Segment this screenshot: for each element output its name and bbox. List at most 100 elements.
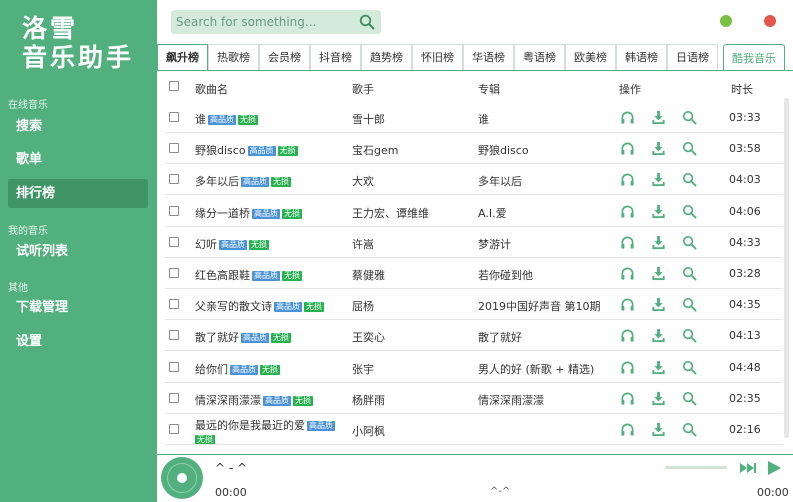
player-current-time: 00:00 (215, 486, 247, 499)
tab-chart-6[interactable]: 华语榜 (463, 44, 514, 71)
row-checkbox[interactable] (169, 392, 179, 403)
table-row[interactable]: 最远的你是我最近的爱 高品质 无损 小阿枫 02:16 (157, 414, 793, 445)
row-checkbox[interactable] (169, 361, 179, 372)
table-row[interactable]: 情深深雨濛濛 高品质 无损 杨胖雨 情深深雨濛濛 02:35 (157, 383, 793, 414)
search-song-icon[interactable] (682, 422, 697, 437)
sidebar-item-preview-list[interactable]: 试听列表 (8, 237, 148, 266)
table-row[interactable]: 多年以后 高品质 无损 大欢 多年以后 04:03 (157, 164, 793, 196)
download-icon[interactable] (651, 204, 666, 219)
download-icon[interactable] (651, 110, 666, 125)
song-name: 幻听 (195, 237, 217, 251)
song-name-cell: 父亲写的散文诗 高品质 无损 (195, 298, 324, 314)
chart-tabs: 飙升榜 热歌榜 会员榜 抖音榜 趋势榜 怀旧榜 华语榜 粤语榜 欧美榜 韩语榜 日语榜 酷我音乐 (157, 44, 793, 71)
row-checkbox[interactable] (169, 112, 179, 122)
listen-icon[interactable] (620, 360, 635, 375)
download-icon[interactable] (651, 172, 666, 187)
download-icon[interactable] (651, 391, 666, 406)
sidebar-item-playlists[interactable]: 歌单 (8, 145, 148, 174)
row-checkbox[interactable] (169, 299, 179, 310)
row-checkbox[interactable] (169, 143, 179, 154)
download-icon[interactable] (651, 328, 666, 343)
tab-chart-1[interactable]: 热歌榜 (208, 44, 259, 71)
row-checkbox[interactable] (169, 268, 179, 278)
listen-icon[interactable] (620, 141, 635, 156)
table-row[interactable]: 红色高跟鞋 高品质 无损 蔡健雅 若你碰到他 03:28 (157, 258, 793, 289)
song-name: 缘分一道桥 (195, 206, 250, 220)
search-song-icon[interactable] (682, 141, 697, 156)
artist-cell: 雪十郎 (352, 113, 385, 126)
search-song-icon[interactable] (682, 297, 697, 312)
table-row[interactable]: 缘分一道桥 高品质 无损 王力宏、谭维维 A.I.爱 04:06 (157, 196, 793, 227)
player-status: ^-^ (490, 486, 511, 497)
download-icon[interactable] (651, 141, 666, 156)
sidebar-item-downloads[interactable]: 下载管理 (8, 293, 148, 322)
table-scrollbar[interactable] (784, 98, 789, 438)
sidebar-item-charts[interactable]: 排行榜 (8, 179, 148, 208)
tab-chart-2[interactable]: 会员榜 (259, 44, 310, 71)
tab-chart-0[interactable]: 飙升榜 (157, 44, 208, 71)
minimize-button[interactable] (720, 15, 732, 27)
download-icon[interactable] (651, 422, 666, 437)
search-song-icon[interactable] (682, 172, 697, 187)
search-icon[interactable] (359, 14, 375, 30)
row-checkbox[interactable] (169, 174, 179, 185)
volume-slider[interactable] (665, 466, 727, 469)
table-row[interactable]: 给你们 高品质 无损 张宇 男人的好 (新歌 + 精选) 04:48 (157, 352, 793, 383)
table-row[interactable]: 野狼disco 高品质 无损 宝石gem 野狼disco 03:58 (157, 133, 793, 165)
listen-icon[interactable] (620, 110, 635, 125)
tab-source-kuwo[interactable]: 酷我音乐 (723, 44, 785, 71)
row-checkbox[interactable] (169, 424, 179, 434)
download-icon[interactable] (651, 266, 666, 281)
table-row[interactable]: 父亲写的散文诗 高品质 无损 屈杨 2019中国好声音 第10期 04:35 (157, 289, 793, 321)
tab-chart-7[interactable]: 粤语榜 (514, 44, 565, 71)
row-checkbox[interactable] (169, 236, 179, 247)
listen-icon[interactable] (620, 172, 635, 187)
sidebar-item-settings[interactable]: 设置 (8, 327, 148, 356)
tab-chart-8[interactable]: 欧美榜 (565, 44, 616, 71)
next-track-icon[interactable] (739, 460, 757, 476)
search-song-icon[interactable] (682, 391, 697, 406)
select-all-checkbox[interactable] (169, 81, 179, 91)
tab-chart-3[interactable]: 抖音榜 (310, 44, 361, 71)
tab-chart-10[interactable]: 日语榜 (667, 44, 718, 71)
artist-cell: 宝石gem (352, 144, 399, 158)
song-name-cell: 谁高品质 无损 (195, 111, 258, 127)
search-song-icon[interactable] (682, 266, 697, 281)
search-song-icon[interactable] (682, 235, 697, 250)
table-row[interactable]: 谁高品质 无损 雪十郎谁 03:33 (157, 102, 793, 133)
search-input[interactable] (171, 10, 351, 34)
search-song-icon[interactable] (682, 204, 697, 219)
play-icon[interactable] (765, 460, 783, 476)
close-button[interactable] (764, 15, 776, 27)
listen-icon[interactable] (620, 422, 635, 437)
search-song-icon[interactable] (682, 328, 697, 343)
listen-icon[interactable] (620, 204, 635, 219)
search-song-icon[interactable] (682, 110, 697, 125)
badge-high-quality: 高品质 (252, 208, 280, 219)
tab-chart-5[interactable]: 怀旧榜 (412, 44, 463, 71)
row-checkbox[interactable] (169, 205, 179, 216)
table-header: 歌曲名 歌手 专辑 操作 时长 (157, 72, 793, 102)
artist-cell: 杨胖雨 (352, 393, 385, 407)
download-icon[interactable] (651, 297, 666, 312)
album-cell: A.I.爱 (478, 206, 507, 220)
tab-chart-4[interactable]: 趋势榜 (361, 44, 412, 71)
listen-icon[interactable] (620, 328, 635, 343)
row-divider (165, 444, 783, 445)
tab-chart-9[interactable]: 韩语榜 (616, 44, 667, 71)
badge-lossless: 无损 (271, 177, 291, 188)
search-song-icon[interactable] (682, 360, 697, 375)
sidebar-item-search[interactable]: 搜索 (8, 112, 148, 141)
song-name: 红色高跟鞋 (195, 269, 250, 282)
listen-icon[interactable] (620, 391, 635, 406)
main-panel: 飙升榜热歌榜会员榜抖音榜趋势榜怀旧榜华语榜粤语榜欧美榜韩语榜日语榜酷我音乐 歌曲… (157, 0, 793, 502)
download-icon[interactable] (651, 360, 666, 375)
download-icon[interactable] (651, 235, 666, 250)
table-row[interactable]: 幻听 高品质 无损 许嵩 梦游计 04:33 (157, 227, 793, 258)
album-cell: 情深深雨濛濛 (478, 393, 544, 407)
row-checkbox[interactable] (169, 330, 179, 341)
listen-icon[interactable] (620, 297, 635, 312)
listen-icon[interactable] (620, 266, 635, 281)
listen-icon[interactable] (620, 235, 635, 250)
table-row[interactable]: 散了就好 高品质 无损 王奕心 散了就好 04:13 (157, 320, 793, 352)
